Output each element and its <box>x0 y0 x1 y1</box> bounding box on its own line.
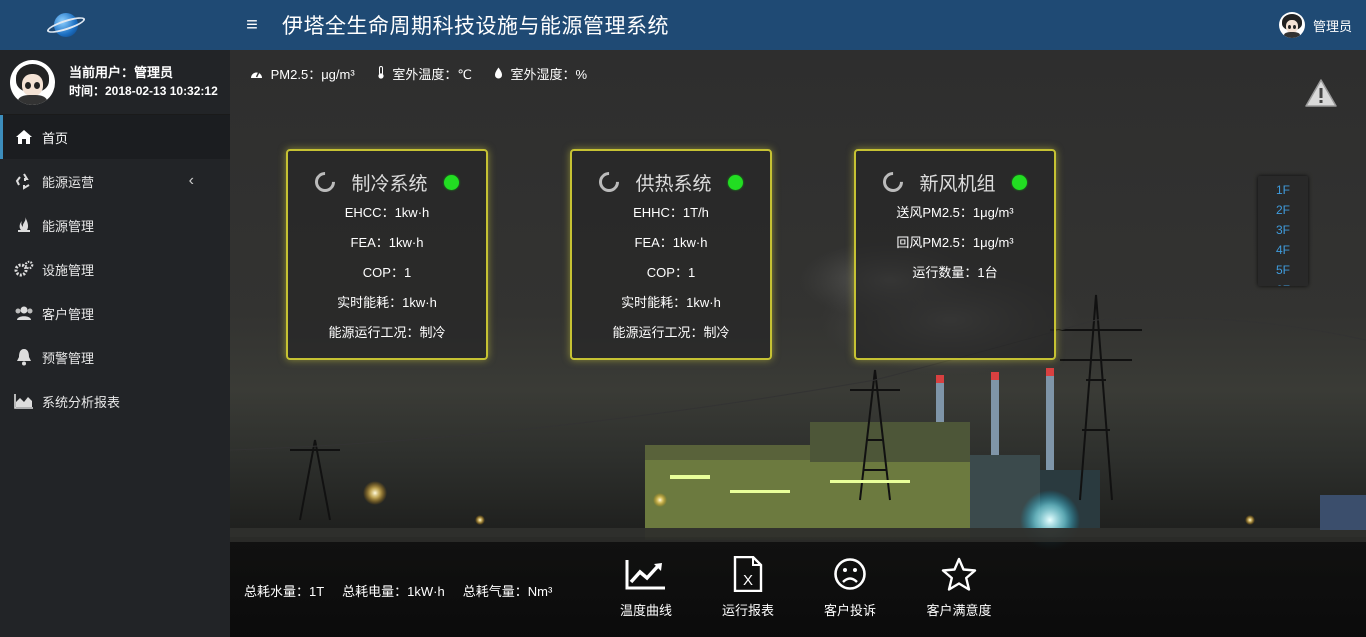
current-user-label: 当前用户：管理员 <box>69 65 174 80</box>
sidebar-item-customer-management[interactable]: 客户管理 <box>0 291 230 335</box>
sidebar-menu: 首页 能源运营 ‹ 能源管理 设施管理 客户管理 预警管理 系统分析报表 <box>0 115 230 423</box>
card-metric: 能源运行工况：制冷 <box>328 325 446 340</box>
sidebar-item-label: 首页 <box>42 130 69 146</box>
sidebar: 当前用户：管理员 时间：2018-02-13 10:32:12 首页 能源运营 … <box>0 0 230 637</box>
floor-option[interactable]: 5F <box>1258 260 1308 280</box>
floor-selector[interactable]: 1F 2F 3F 4F 5F 6F <box>1258 176 1308 286</box>
card-metric: FEA：1kw·h <box>634 235 708 250</box>
users-icon <box>14 304 34 322</box>
bell-icon <box>14 348 34 366</box>
total-power: 总耗电量：1kW·h <box>342 584 445 599</box>
gears-icon <box>14 260 34 278</box>
area-chart-icon <box>14 392 34 410</box>
line-chart-icon <box>606 556 686 592</box>
action-label: 运行报表 <box>721 603 774 618</box>
customer-complaint-button[interactable]: 客户投诉 <box>810 556 890 619</box>
card-metric: 能源运行工况：制冷 <box>612 325 730 340</box>
loading-spinner-icon <box>595 167 624 197</box>
outdoor-humidity-reading: 室外湿度：% <box>494 64 587 83</box>
star-icon <box>919 556 999 592</box>
floor-option[interactable]: 4F <box>1258 240 1308 260</box>
sidebar-item-label: 预警管理 <box>42 350 95 366</box>
customer-satisfaction-button[interactable]: 客户满意度 <box>919 556 999 619</box>
sidebar-item-alert-management[interactable]: 预警管理 <box>0 335 230 379</box>
main-dashboard: PM2.5：μg/m³ 室外温度：℃ 室外湿度：% 制冷系统 EHCC：1kw·… <box>230 50 1366 637</box>
thermometer-icon <box>377 66 389 82</box>
card-metric: COP：1 <box>646 265 696 280</box>
outdoor-temp-reading: 室外温度：℃ <box>377 64 472 83</box>
app-title: 伊塔全生命周期科技设施与能源管理系统 <box>282 15 669 38</box>
warning-icon[interactable] <box>1304 78 1338 108</box>
card-metric: 实时能耗：1kw·h <box>337 295 437 310</box>
avatar <box>10 59 55 105</box>
floor-option[interactable]: 6F <box>1258 280 1308 286</box>
sidebar-item-label: 能源运营 <box>42 174 95 190</box>
current-time-label: 时间：2018-02-13 10:32:12 <box>69 84 218 98</box>
loading-spinner-icon <box>879 167 908 197</box>
sidebar-item-home[interactable]: 首页 <box>0 115 230 159</box>
sidebar-item-label: 设施管理 <box>42 262 95 278</box>
heating-system-card[interactable]: 供热系统 EHHC：1T/h FEA：1kw·h COP：1 实时能耗：1kw·… <box>570 149 772 360</box>
svg-text:X: X <box>743 572 753 589</box>
sidebar-item-analysis-report[interactable]: 系统分析报表 <box>0 379 230 423</box>
home-icon <box>14 128 34 146</box>
header-user-name: 管理员 <box>1312 18 1352 34</box>
environment-readings: PM2.5：μg/m³ 室外温度：℃ 室外湿度：% <box>250 64 587 83</box>
chevron-left-icon[interactable]: ‹ <box>189 172 194 190</box>
sidebar-toggle-button[interactable]: ≡ <box>230 14 274 37</box>
sidebar-item-label: 系统分析报表 <box>42 394 121 410</box>
total-gas: 总耗气量：Nm³ <box>462 584 553 599</box>
card-metric: FEA：1kw·h <box>350 235 424 250</box>
operation-report-button[interactable]: X 运行报表 <box>708 556 788 619</box>
logo-area <box>0 0 230 50</box>
cooling-system-card[interactable]: 制冷系统 EHCC：1kw·h FEA：1kw·h COP：1 实时能耗：1kw… <box>286 149 488 360</box>
temperature-curve-button[interactable]: 温度曲线 <box>606 556 686 619</box>
frown-icon <box>810 556 890 592</box>
action-label: 客户满意度 <box>926 603 992 618</box>
recycle-icon <box>14 172 34 190</box>
water-drop-icon <box>494 67 507 82</box>
card-title: 新风机组 <box>919 173 996 195</box>
dashboard-gauge-icon <box>250 67 267 82</box>
card-metric: 运行数量：1台 <box>912 265 998 280</box>
card-metric: EHHC：1T/h <box>633 205 709 220</box>
top-header: ≡ 伊塔全生命周期科技设施与能源管理系统 管理员 <box>230 0 1366 50</box>
sidebar-item-energy-operation[interactable]: 能源运营 ‹ <box>0 159 230 203</box>
card-metric: 实时能耗：1kw·h <box>621 295 721 310</box>
fire-icon <box>14 216 34 234</box>
card-metric: 送风PM2.5：1μg/m³ <box>896 205 1014 220</box>
consumption-totals: 总耗水量：1T 总耗电量：1kW·h 总耗气量：Nm³ <box>244 581 552 600</box>
status-indicator <box>727 174 743 190</box>
card-title: 制冷系统 <box>351 173 428 195</box>
sidebar-item-energy-management[interactable]: 能源管理 <box>0 203 230 247</box>
card-metric: COP：1 <box>362 265 412 280</box>
card-metric: EHCC：1kw·h <box>344 205 430 220</box>
user-panel: 当前用户：管理员 时间：2018-02-13 10:32:12 <box>0 50 230 115</box>
header-user-menu[interactable]: 管理员 <box>1278 12 1352 38</box>
action-label: 温度曲线 <box>619 603 672 618</box>
sidebar-item-facility-management[interactable]: 设施管理 <box>0 247 230 291</box>
card-title: 供热系统 <box>635 173 712 195</box>
total-water: 总耗水量：1T <box>244 584 325 599</box>
floor-option[interactable]: 1F <box>1258 180 1308 200</box>
status-indicator <box>1011 174 1027 190</box>
status-indicator <box>443 174 459 190</box>
card-metric: 回风PM2.5：1μg/m³ <box>896 235 1014 250</box>
sidebar-item-label: 客户管理 <box>42 306 95 322</box>
loading-spinner-icon <box>311 167 340 197</box>
excel-file-icon: X <box>708 556 788 592</box>
sidebar-item-label: 能源管理 <box>42 218 95 234</box>
action-label: 客户投诉 <box>823 603 876 618</box>
fresh-air-unit-card[interactable]: 新风机组 送风PM2.5：1μg/m³ 回风PM2.5：1μg/m³ 运行数量：… <box>854 149 1056 360</box>
floor-option[interactable]: 3F <box>1258 220 1308 240</box>
globe-logo[interactable] <box>45 10 87 40</box>
pm25-reading: PM2.5：μg/m³ <box>250 64 355 83</box>
floor-option[interactable]: 2F <box>1258 200 1308 220</box>
header-avatar <box>1278 12 1305 38</box>
